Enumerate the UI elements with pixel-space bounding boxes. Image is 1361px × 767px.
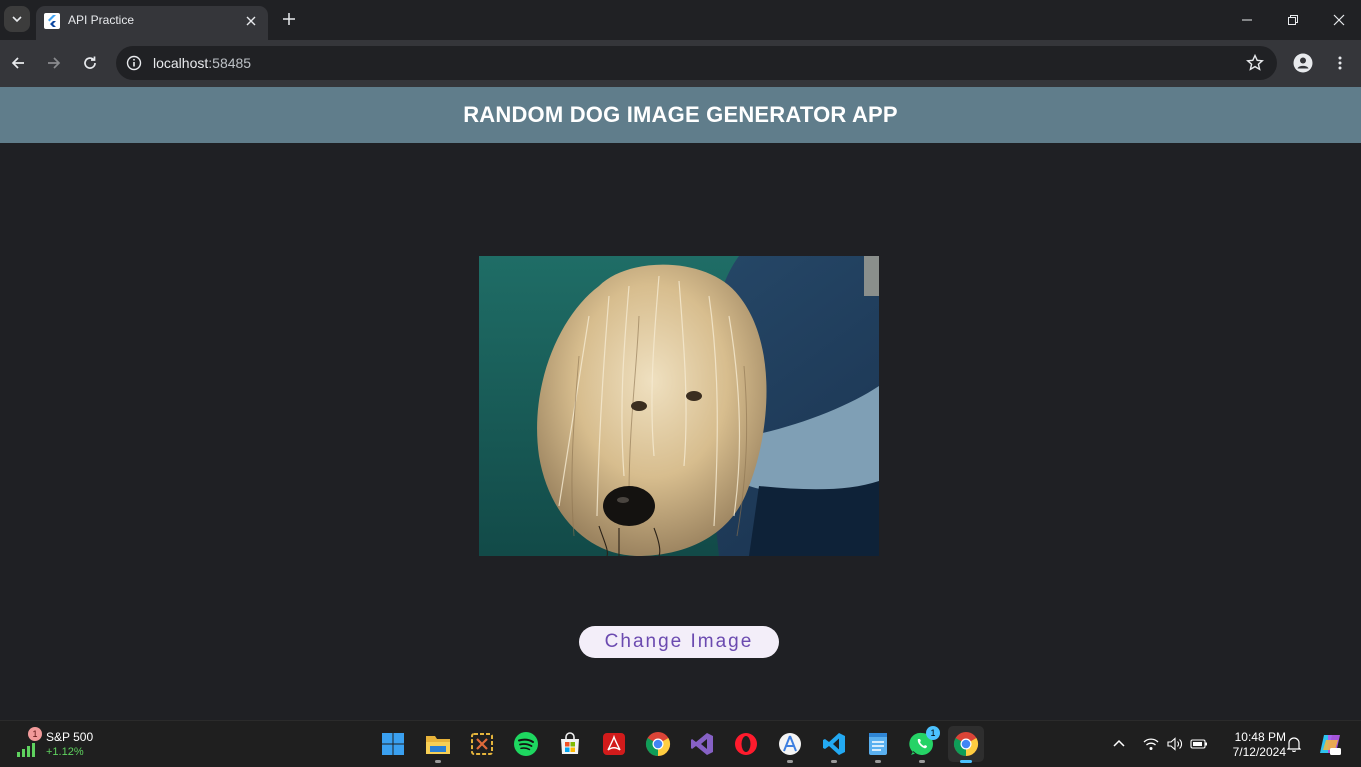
reload-icon <box>84 56 96 69</box>
browser-tabstrip: API Practice <box>0 0 1361 40</box>
battery-icon <box>1190 739 1207 749</box>
clock-date: 7/12/2024 <box>1232 745 1286 759</box>
taskbar-chrome[interactable] <box>640 726 676 762</box>
address-bar[interactable]: localhost:58485 <box>116 46 1277 80</box>
back-button[interactable] <box>5 50 31 76</box>
clock-time: 10:48 PM <box>1234 730 1286 744</box>
flutter-icon <box>44 13 60 29</box>
battery-button[interactable] <box>1190 735 1208 753</box>
file-explorer-icon <box>426 736 450 754</box>
snipping-tool-icon <box>471 733 493 755</box>
vscode-icon <box>823 733 845 755</box>
forward-button[interactable] <box>41 50 67 76</box>
start-button[interactable] <box>375 726 411 762</box>
profile-icon <box>1293 53 1313 73</box>
android-studio-icon <box>779 733 801 755</box>
browser-menu-button[interactable] <box>1327 50 1353 76</box>
url-port: :58485 <box>208 55 252 71</box>
browser-toolbar: localhost:58485 <box>0 40 1361 87</box>
close-icon <box>246 16 256 26</box>
close-window-button[interactable] <box>1316 0 1361 40</box>
network-button[interactable] <box>1142 735 1160 753</box>
site-info-button[interactable] <box>122 51 146 75</box>
bell-icon <box>1287 737 1301 752</box>
notification-badge: 1 <box>926 726 940 740</box>
active-indicator <box>960 760 972 763</box>
taskbar-notepad[interactable] <box>860 726 896 763</box>
taskbar-whatsapp[interactable]: 1 <box>904 726 940 763</box>
taskbar-opera[interactable] <box>728 726 764 762</box>
taskbar-chrome-active[interactable] <box>948 726 984 763</box>
visual-studio-icon <box>691 733 713 755</box>
minimize-icon <box>1242 19 1252 21</box>
running-indicator <box>435 760 441 763</box>
restore-icon <box>1288 15 1298 25</box>
taskbar-microsoft-store[interactable] <box>552 726 588 762</box>
new-tab-button[interactable] <box>278 8 300 30</box>
running-indicator <box>831 760 837 763</box>
dog-image <box>479 256 879 556</box>
taskbar-acrobat[interactable] <box>596 726 632 762</box>
opera-icon <box>735 733 757 755</box>
stock-chart-icon <box>17 743 35 757</box>
running-indicator <box>875 760 881 763</box>
taskbar-visual-studio[interactable] <box>684 726 720 762</box>
spotify-icon <box>514 732 538 756</box>
acrobat-icon <box>603 733 625 755</box>
chevron-up-icon <box>1113 739 1125 747</box>
close-icon <box>1333 14 1345 26</box>
tab-search-button[interactable] <box>4 6 30 32</box>
reload-button[interactable] <box>77 50 103 76</box>
widget-badge: 1 <box>28 727 42 741</box>
app-bar: RANDOM DOG IMAGE GENERATOR APP <box>0 87 1361 143</box>
bookmark-star-icon[interactable] <box>1245 53 1265 73</box>
app-body: Change Image <box>0 143 1361 720</box>
start-icon <box>382 733 404 755</box>
wifi-icon <box>1143 738 1159 750</box>
running-indicator <box>787 760 793 763</box>
copilot-icon <box>1320 735 1341 755</box>
browser-tab[interactable]: API Practice <box>36 6 268 40</box>
clock[interactable]: 10:48 PM 7/12/2024 <box>1216 730 1286 760</box>
restore-button[interactable] <box>1270 0 1316 40</box>
tab-title: API Practice <box>68 13 135 27</box>
more-vert-icon <box>1338 56 1342 70</box>
widget-name: S&P 500 <box>46 730 94 744</box>
url-host: localhost <box>153 55 209 71</box>
chevron-down-icon <box>12 16 22 23</box>
url-text: localhost:58485 <box>153 55 251 71</box>
page-title: RANDOM DOG IMAGE GENERATOR APP <box>463 102 898 127</box>
taskbar-android-studio[interactable] <box>772 726 808 763</box>
info-icon <box>126 55 142 71</box>
running-indicator <box>919 760 925 763</box>
show-hidden-icons-button[interactable] <box>1110 735 1128 753</box>
notifications-button[interactable] <box>1285 735 1303 753</box>
taskbar: 1 S&P 500 +1.12% 1 10:48 PM 7/12/2024 <box>0 720 1361 767</box>
volume-button[interactable] <box>1166 735 1184 753</box>
chrome-icon <box>953 732 979 756</box>
plus-icon <box>283 13 295 25</box>
copilot-button[interactable] <box>1318 732 1342 756</box>
taskbar-snipping-tool[interactable] <box>464 726 500 762</box>
volume-icon <box>1167 737 1182 751</box>
tab-close-button[interactable] <box>242 12 260 30</box>
minimize-button[interactable] <box>1224 0 1270 40</box>
arrow-left-icon <box>11 57 24 69</box>
notepad-icon <box>869 733 887 755</box>
widget-change: +1.12% <box>46 746 84 758</box>
arrow-right-icon <box>48 57 61 69</box>
microsoft-store-icon <box>561 732 579 754</box>
dog-photo-icon <box>479 256 879 556</box>
taskbar-spotify[interactable] <box>508 726 544 762</box>
taskbar-vscode[interactable] <box>816 726 852 763</box>
change-image-button[interactable]: Change Image <box>579 626 779 658</box>
profile-button[interactable] <box>1290 50 1316 76</box>
taskbar-file-explorer[interactable] <box>420 726 456 763</box>
chrome-icon <box>645 732 671 756</box>
stock-widget[interactable]: 1 S&P 500 +1.12% <box>14 727 134 763</box>
